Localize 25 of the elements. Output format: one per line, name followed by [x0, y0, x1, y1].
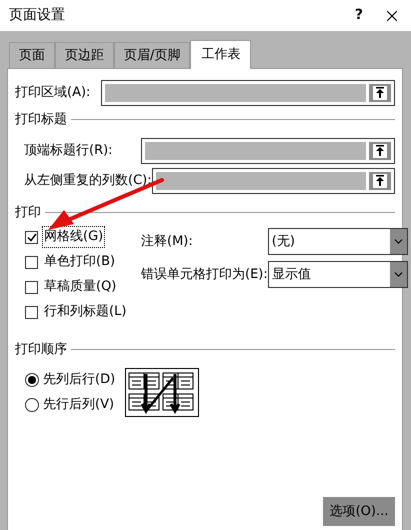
section-heading: 打印顺序 — [15, 341, 67, 359]
checkbox-label: 行和列标题(L) — [43, 303, 128, 322]
dropdown[interactable]: 显示值 — [268, 261, 408, 288]
field-label: 注释(M): — [140, 232, 194, 251]
field-label: 顶端标题行(R): — [24, 142, 114, 160]
checkbox-label: 单色打印(B) — [43, 253, 116, 272]
field-label: 打印区域(A): — [15, 84, 92, 102]
dropdown[interactable]: (无) — [268, 228, 408, 255]
radio-option[interactable]: 先列后行(D) — [25, 370, 125, 388]
help-button[interactable]: ? — [354, 5, 363, 26]
section-heading: 打印标题 — [15, 111, 67, 129]
options-button[interactable]: 选项(O)... — [323, 497, 395, 526]
window-title: 页面设置 — [9, 6, 66, 25]
tab[interactable]: 工作表 — [190, 40, 252, 69]
tab[interactable]: 页边距 — [55, 42, 114, 68]
section-heading: 打印 — [15, 204, 41, 222]
checkbox-row[interactable]: 行和列标题(L) — [25, 303, 139, 321]
checkbox-label: 草稿质量(Q) — [43, 278, 118, 296]
radio-option[interactable]: 先行后列(V) — [25, 396, 125, 414]
checkbox-row[interactable]: 单色打印(B) — [25, 253, 139, 271]
tab[interactable]: 页面 — [9, 42, 55, 68]
field-label: 错误单元格打印为(E): — [140, 266, 268, 284]
field-label: 从左侧重复的列数(C): — [24, 172, 152, 190]
tab[interactable]: 页眉/页脚 — [114, 42, 190, 68]
checkbox-row[interactable]: 草稿质量(Q) — [25, 278, 139, 296]
